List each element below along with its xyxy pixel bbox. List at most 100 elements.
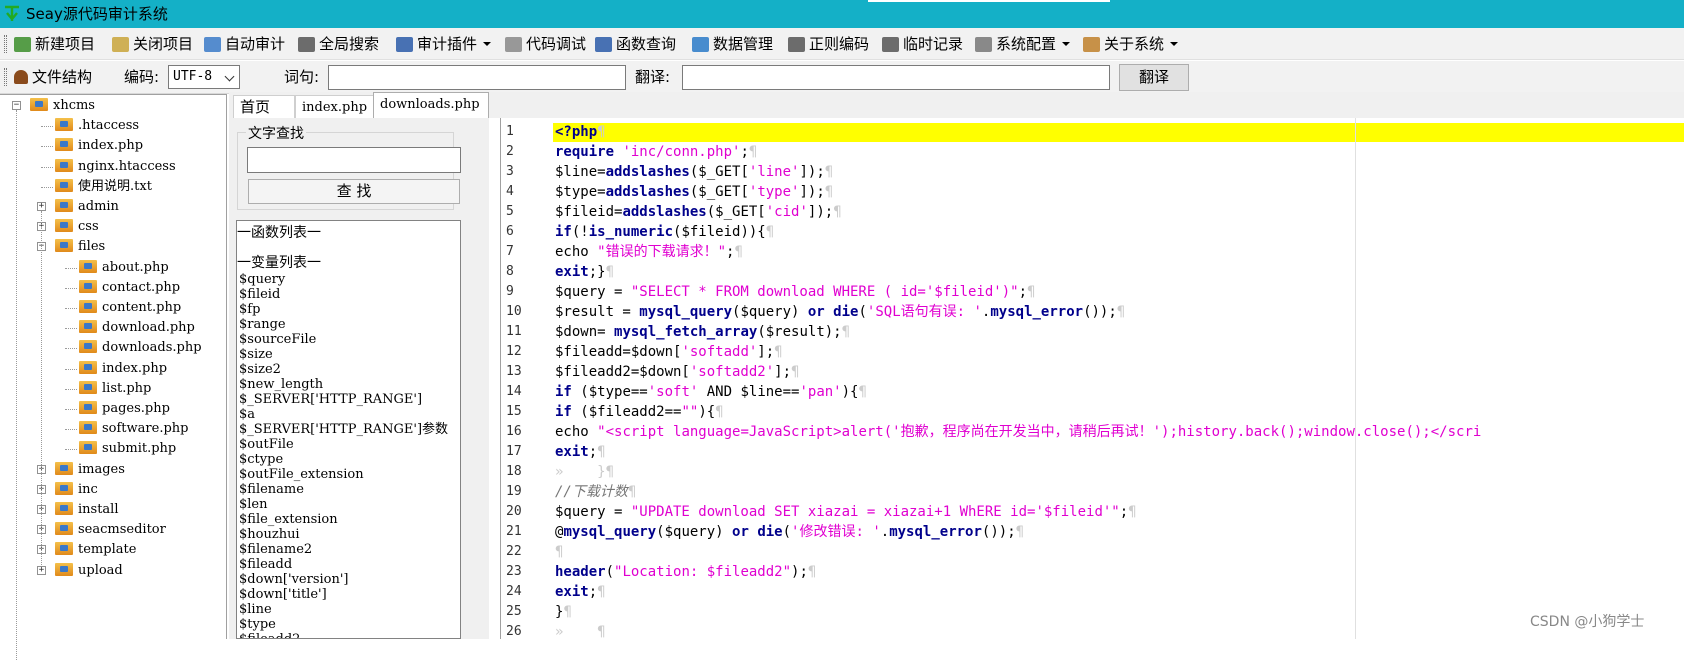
variable-item[interactable]: $outFile_extension bbox=[237, 467, 460, 482]
variable-item[interactable]: $_SERVER['HTTP_RANGE']参数 bbox=[237, 422, 460, 437]
menu-regex-button[interactable]: 正则编码 bbox=[788, 28, 869, 60]
translate-button[interactable]: 翻译 bbox=[1119, 64, 1189, 91]
tree-node[interactable]: submit.php bbox=[79, 439, 176, 459]
tree-node[interactable]: install bbox=[55, 500, 119, 520]
line-number: 3 bbox=[506, 164, 514, 179]
variable-item[interactable]: $size2 bbox=[237, 362, 460, 377]
code-line: header("Location: $fileadd2");¶ bbox=[555, 562, 816, 582]
variable-item[interactable]: $len bbox=[237, 497, 460, 512]
tree-node[interactable]: index.php bbox=[79, 359, 167, 379]
search-button[interactable]: 查 找 bbox=[248, 179, 460, 204]
variable-item[interactable]: $type bbox=[237, 617, 460, 632]
menu-debug-button[interactable]: 代码调试 bbox=[505, 28, 586, 60]
tree-node-label: pages.php bbox=[102, 401, 170, 416]
variable-item[interactable]: $ctype bbox=[237, 452, 460, 467]
line-number: 18 bbox=[506, 464, 522, 479]
tree-node-label: seacmseditor bbox=[78, 522, 166, 538]
tree-node-label: downloads.php bbox=[102, 340, 202, 356]
translate-input[interactable] bbox=[682, 65, 1110, 90]
toolbar-grip[interactable] bbox=[4, 35, 7, 53]
function-variable-list[interactable]: 一函数列表一 一变量列表一 $query $fileid $fp $range $sou… bbox=[236, 220, 461, 639]
file-structure-button[interactable]: 文件结构 bbox=[14, 61, 92, 94]
menu-gear-button[interactable]: 系统配置 bbox=[975, 28, 1071, 60]
tree-node[interactable]: index.php bbox=[55, 136, 143, 156]
tree-node[interactable]: seacmseditor bbox=[55, 520, 166, 540]
toolbar-grip[interactable] bbox=[4, 68, 7, 86]
variable-item[interactable]: $outFile bbox=[237, 437, 460, 452]
tree-node[interactable]: images bbox=[55, 460, 125, 480]
menu-function-search-button[interactable]: 函数查询 bbox=[595, 28, 676, 60]
menu-about-button[interactable]: 关于系统 bbox=[1083, 28, 1179, 60]
variable-item[interactable]: $fileadd2 bbox=[237, 632, 460, 638]
variable-item[interactable]: $_SERVER['HTTP_RANGE'] bbox=[237, 392, 460, 407]
tree-node[interactable]: admin bbox=[55, 197, 119, 217]
variable-item[interactable]: $range bbox=[237, 317, 460, 332]
tree-expander-icon[interactable]: − bbox=[12, 101, 21, 110]
tree-node[interactable]: xhcms bbox=[30, 96, 95, 116]
tree-node[interactable]: 使用说明.txt bbox=[55, 177, 152, 197]
variable-item[interactable]: $fp bbox=[237, 302, 460, 317]
code-token: ; bbox=[1018, 284, 1028, 300]
tree-node-label: download.php bbox=[102, 320, 195, 336]
line-number: 4 bbox=[506, 184, 514, 199]
variable-list-header: 一变量列表一 bbox=[237, 254, 321, 270]
menu-data-button[interactable]: 数据管理 bbox=[692, 28, 773, 60]
menu-plugin-button[interactable]: 审计插件 bbox=[396, 28, 492, 60]
tree-node[interactable]: files bbox=[55, 237, 105, 257]
tree-node[interactable]: content.php bbox=[79, 298, 181, 318]
tree-node[interactable]: about.php bbox=[79, 258, 169, 278]
tree-node[interactable]: nginx.htaccess bbox=[55, 157, 176, 177]
variable-item[interactable]: $houzhui bbox=[237, 527, 460, 542]
tree-expander-icon[interactable]: + bbox=[37, 202, 46, 211]
tab-home[interactable]: 首页 bbox=[233, 95, 295, 118]
tree-node[interactable]: template bbox=[55, 540, 136, 560]
variable-item[interactable]: $down['title'] bbox=[237, 587, 460, 602]
tree-node[interactable]: software.php bbox=[79, 419, 188, 439]
variable-item[interactable]: $filename2 bbox=[237, 542, 460, 557]
variable-item[interactable]: $file_extension bbox=[237, 512, 460, 527]
tree-expander-icon[interactable]: + bbox=[37, 565, 46, 575]
encoding-select[interactable]: UTF-8 bbox=[168, 65, 240, 89]
tree-node[interactable]: inc bbox=[55, 480, 98, 500]
menu-notes-button[interactable]: 临时记录 bbox=[882, 28, 963, 60]
tree-icon bbox=[14, 70, 28, 84]
variable-item[interactable]: $filename bbox=[237, 482, 460, 497]
text-search-input[interactable] bbox=[247, 147, 461, 173]
search-panel: 文字查找 查 找 一函数列表一 一变量列表一 $query $fileid $fp $… bbox=[229, 118, 489, 639]
code-token: "错误的下载请求！" bbox=[597, 244, 727, 260]
menu-close-project-button[interactable]: 关闭项目 bbox=[112, 28, 193, 60]
tree-node[interactable]: css bbox=[55, 217, 99, 237]
code-token: ¶ bbox=[1027, 284, 1036, 300]
variable-item[interactable]: $size bbox=[237, 347, 460, 362]
tree-node[interactable]: contact.php bbox=[79, 278, 180, 298]
tree-node[interactable]: download.php bbox=[79, 318, 195, 338]
variable-item[interactable]: $query bbox=[237, 272, 460, 287]
variable-item[interactable]: $fileid bbox=[237, 287, 460, 302]
tree-node[interactable]: upload bbox=[55, 561, 123, 581]
code-editor[interactable]: 1 2 3 4 5 6 7 8 9 10 11 12 13 14 15 16 17 18 19 20 21 22 23 24 2… bbox=[500, 118, 1684, 639]
tree-node[interactable]: .htaccess bbox=[55, 116, 139, 136]
code-token: or bbox=[807, 304, 834, 320]
variable-item[interactable]: $a bbox=[237, 407, 460, 422]
variable-item[interactable]: $sourceFile bbox=[237, 332, 460, 347]
tree-node[interactable]: downloads.php bbox=[79, 338, 202, 358]
variable-item[interactable]: $fileadd bbox=[237, 557, 460, 572]
variable-item[interactable]: $line bbox=[237, 602, 460, 617]
search-toolbar: 文件结构 编码: UTF-8 词句: 翻译: 翻译 bbox=[0, 61, 1684, 94]
code-token: '修改错误: ' bbox=[791, 524, 881, 540]
tree-node[interactable]: list.php bbox=[79, 379, 151, 399]
menu-new-project-button[interactable]: 新建项目 bbox=[14, 28, 95, 60]
tree-node[interactable]: pages.php bbox=[79, 399, 170, 419]
code-line: $fileid=addslashes($_GET['cid']);¶ bbox=[555, 202, 842, 222]
code-token: addslashes bbox=[605, 184, 690, 200]
code-line: <?php¶ bbox=[555, 122, 606, 142]
variable-item[interactable]: $down['version'] bbox=[237, 572, 460, 587]
variable-item[interactable]: $new_length bbox=[237, 377, 460, 392]
word-input[interactable] bbox=[328, 65, 626, 90]
dropdown-arrow-icon bbox=[483, 42, 492, 46]
folder-icon bbox=[55, 502, 73, 515]
menu-auto-audit-button[interactable]: 自动审计 bbox=[204, 28, 285, 60]
tab-downloads-php[interactable]: downloads.php bbox=[373, 92, 489, 118]
menu-global-search-button[interactable]: 全局搜索 bbox=[298, 28, 379, 60]
tree-node-label: index.php bbox=[102, 360, 168, 376]
